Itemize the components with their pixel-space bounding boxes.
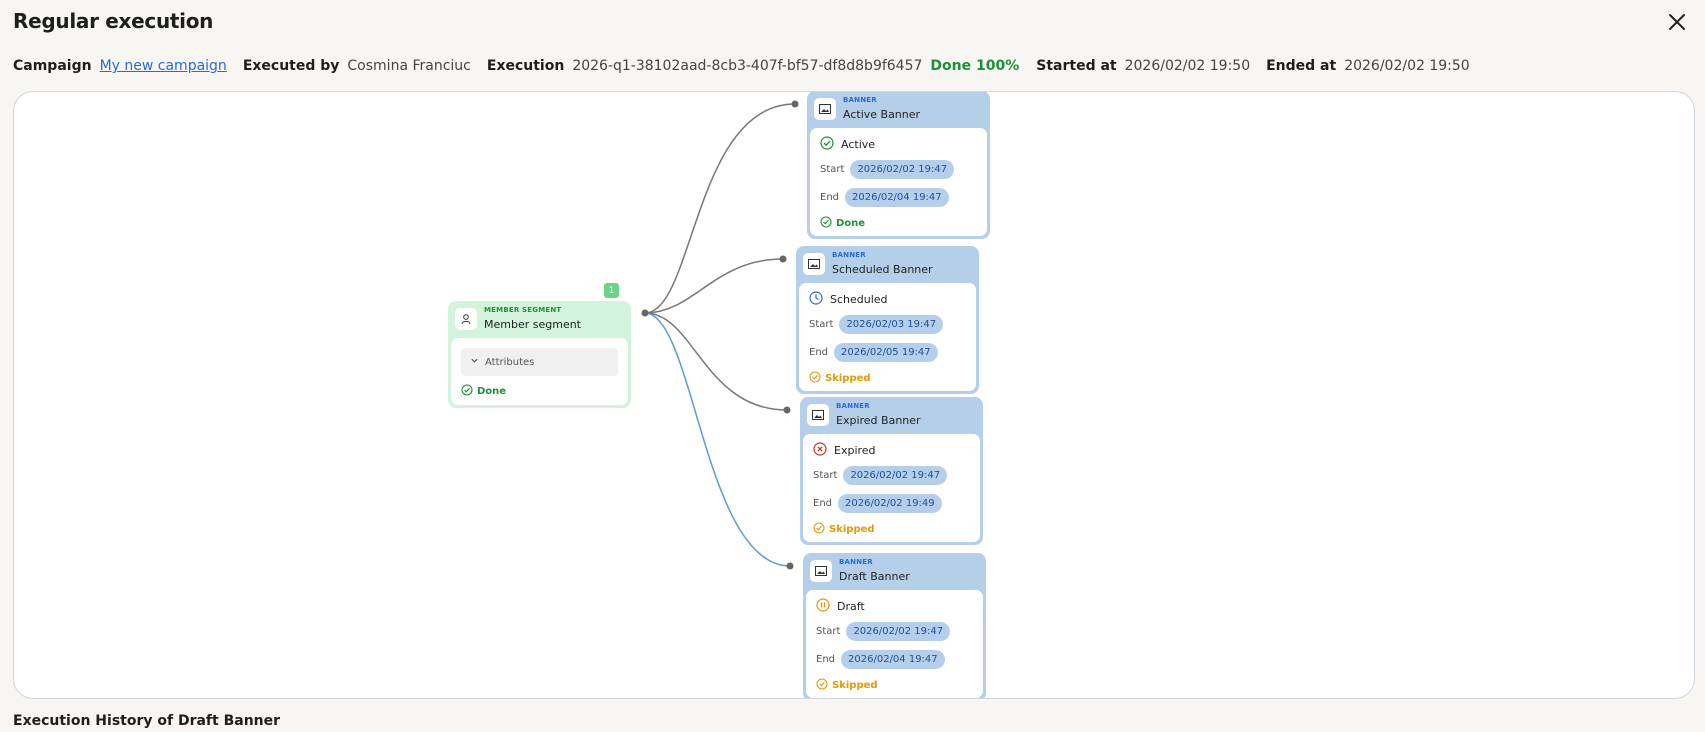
end-label: End	[820, 192, 840, 203]
start-label: Start	[809, 319, 834, 330]
scheduled-banner-node[interactable]: BANNER Scheduled Banner Scheduled Start …	[796, 246, 979, 394]
end-date: 2026/02/02 19:49	[838, 494, 942, 513]
start-date: 2026/02/03 19:47	[839, 315, 944, 334]
check-circle-icon	[820, 216, 832, 231]
banner-result: Skipped	[832, 680, 878, 691]
attributes-toggle[interactable]: Attributes	[461, 348, 618, 376]
node-name: Active Banner	[843, 108, 921, 121]
draft-banner-node[interactable]: BANNER Draft Banner Draft Start 2026/02/…	[803, 553, 986, 698]
close-icon[interactable]	[1665, 10, 1689, 34]
execution-status: Done 100%	[930, 58, 1020, 74]
end-label: End	[813, 498, 833, 509]
segment-count-badge: 1	[604, 283, 619, 298]
image-icon	[810, 560, 832, 582]
banner-result: Skipped	[829, 524, 875, 535]
end-label: End	[816, 654, 836, 665]
expired-banner-node[interactable]: BANNER Expired Banner Expired Start 2026…	[800, 397, 983, 545]
member-segment-node[interactable]: MEMBER SEGMENT Member segment Attributes…	[448, 301, 631, 408]
banner-result: Skipped	[825, 373, 871, 384]
check-circle-icon	[820, 136, 834, 153]
end-date: 2026/02/05 19:47	[834, 343, 938, 362]
node-kind: BANNER	[836, 402, 870, 410]
execution-meta: Campaign My new campaign Executed by Cos…	[13, 57, 1486, 75]
campaign-label: Campaign	[13, 58, 92, 74]
x-circle-icon	[813, 442, 827, 459]
end-date: 2026/02/04 19:47	[841, 650, 945, 669]
execution-id: 2026-q1-38102aad-8cb3-407f-bf57-df8d8b9f…	[572, 58, 923, 74]
start-label: Start	[813, 470, 838, 481]
clock-icon	[809, 291, 823, 308]
banner-status: Scheduled	[830, 293, 888, 306]
check-circle-icon	[809, 371, 821, 386]
start-label: Start	[816, 626, 841, 637]
node-kind: BANNER	[832, 251, 866, 259]
ended-value: 2026/02/02 19:50	[1344, 58, 1470, 74]
flow-canvas[interactable]: 1 MEMBER SEGMENT Member segment Attribut…	[13, 91, 1695, 699]
start-date: 2026/02/02 19:47	[846, 622, 951, 641]
check-circle-icon	[813, 522, 825, 537]
campaign-link[interactable]: My new campaign	[100, 58, 227, 74]
banner-status: Expired	[834, 444, 876, 457]
banner-result: Done	[836, 218, 866, 229]
node-name: Scheduled Banner	[832, 263, 933, 276]
segment-result: Done	[477, 386, 507, 397]
end-date: 2026/02/04 19:47	[845, 188, 949, 207]
chevron-down-icon	[470, 356, 479, 368]
banner-status: Active	[841, 138, 876, 151]
active-banner-node[interactable]: BANNER Active Banner Active Start 2026/0…	[807, 92, 990, 239]
start-date: 2026/02/02 19:47	[850, 160, 955, 179]
image-icon	[803, 253, 825, 275]
node-name: Member segment	[484, 318, 581, 331]
executed-by-label: Executed by	[242, 58, 340, 74]
node-name: Expired Banner	[836, 414, 921, 427]
history-heading: Execution History of Draft Banner	[13, 713, 281, 729]
end-label: End	[809, 347, 829, 358]
dialog-title: Regular execution	[13, 9, 214, 33]
started-value: 2026/02/02 19:50	[1124, 58, 1251, 74]
edge-scheduled	[644, 258, 784, 314]
pause-circle-icon	[816, 598, 830, 615]
edge-expired	[644, 312, 788, 411]
node-kind: BANNER	[843, 96, 877, 104]
check-circle-icon	[816, 678, 828, 693]
node-name: Draft Banner	[839, 570, 910, 583]
start-date: 2026/02/02 19:47	[843, 466, 948, 485]
check-circle-icon	[461, 384, 473, 399]
executed-by-value: Cosmina Franciuc	[347, 58, 471, 74]
node-kind: BANNER	[839, 558, 873, 566]
person-icon	[455, 308, 477, 330]
edge-draft	[644, 312, 791, 567]
node-kind: MEMBER SEGMENT	[484, 306, 562, 314]
ended-label: Ended at	[1266, 58, 1337, 74]
start-label: Start	[820, 164, 845, 175]
image-icon	[807, 404, 829, 426]
edge-active	[644, 103, 796, 314]
execution-label: Execution	[486, 58, 565, 74]
started-label: Started at	[1036, 58, 1117, 74]
image-icon	[814, 98, 836, 120]
banner-status: Draft	[837, 600, 865, 613]
attributes-label: Attributes	[485, 356, 535, 368]
